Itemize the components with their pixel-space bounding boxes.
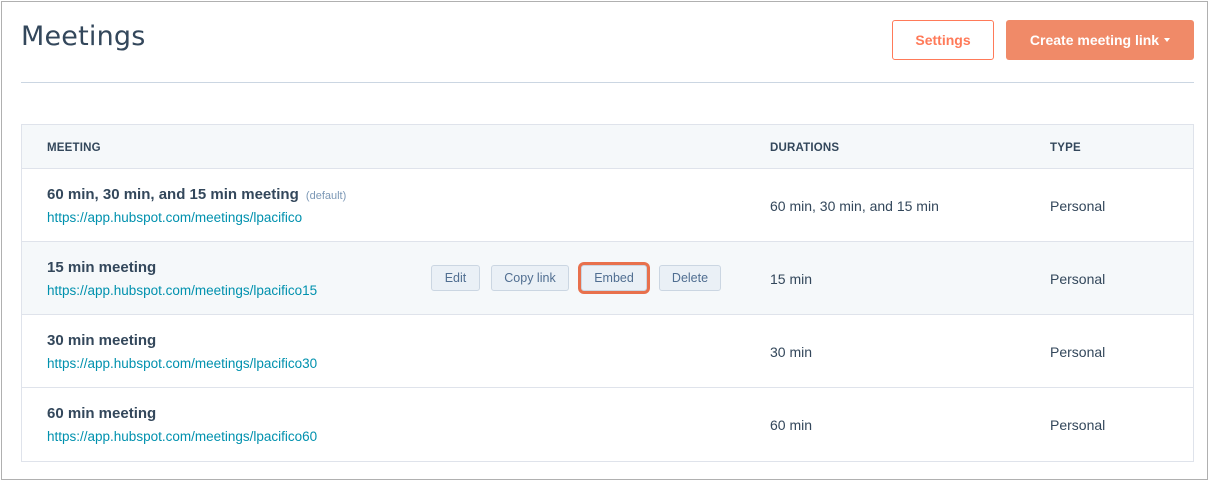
meeting-link[interactable]: https://app.hubspot.com/meetings/lpacifi… xyxy=(47,429,317,444)
embed-button[interactable]: Embed xyxy=(581,265,647,291)
meetings-window: Meetings Settings Create meeting link ME… xyxy=(1,1,1208,480)
table-row[interactable]: 15 min meeting https://app.hubspot.com/m… xyxy=(22,242,1193,315)
meeting-name-text: 15 min meeting xyxy=(47,259,157,276)
copy-link-button[interactable]: Copy link xyxy=(491,265,569,291)
meeting-duration: 15 min xyxy=(770,271,813,287)
meeting-type: Personal xyxy=(1050,198,1106,214)
caret-down-icon xyxy=(1164,38,1171,42)
meeting-type: Personal xyxy=(1050,417,1106,433)
meetings-table: MEETING DURATIONS TYPE 60 min, 30 min, a… xyxy=(21,124,1194,462)
meeting-name: 30 min meeting xyxy=(47,332,156,349)
page-title: Meetings xyxy=(21,21,146,52)
meeting-type: Personal xyxy=(1050,271,1106,287)
table-row[interactable]: 30 min meeting https://app.hubspot.com/m… xyxy=(22,315,1193,388)
meeting-name: 15 min meeting xyxy=(47,259,156,276)
edit-button[interactable]: Edit xyxy=(431,265,480,291)
table-row[interactable]: 60 min, 30 min, and 15 min meeting (defa… xyxy=(22,169,1193,242)
meeting-name-text: 30 min meeting xyxy=(47,332,157,349)
settings-button[interactable]: Settings xyxy=(892,20,994,60)
column-header-type[interactable]: TYPE xyxy=(1050,142,1081,154)
meeting-name-text: 60 min meeting xyxy=(47,405,157,422)
delete-button[interactable]: Delete xyxy=(659,265,721,291)
default-badge: (default) xyxy=(305,190,347,202)
meeting-name-text: 60 min, 30 min, and 15 min meeting xyxy=(47,186,299,203)
meeting-name: 60 min meeting xyxy=(47,405,156,422)
create-meeting-link-button[interactable]: Create meeting link xyxy=(1006,20,1194,60)
meeting-type: Personal xyxy=(1050,344,1106,360)
meeting-duration: 30 min xyxy=(770,344,813,360)
meeting-duration: 60 min xyxy=(770,417,813,433)
meeting-duration: 60 min, 30 min, and 15 min xyxy=(770,198,939,214)
column-header-durations[interactable]: DURATIONS xyxy=(770,142,839,154)
meeting-name: 60 min, 30 min, and 15 min meeting (defa… xyxy=(47,186,346,203)
column-header-meeting[interactable]: MEETING xyxy=(47,142,101,154)
meeting-link[interactable]: https://app.hubspot.com/meetings/lpacifi… xyxy=(47,210,302,225)
table-row[interactable]: 60 min meeting https://app.hubspot.com/m… xyxy=(22,388,1193,461)
create-meeting-link-label: Create meeting link xyxy=(1029,32,1160,48)
table-header: MEETING DURATIONS TYPE xyxy=(22,125,1193,169)
header-divider xyxy=(21,82,1194,83)
meeting-link[interactable]: https://app.hubspot.com/meetings/lpacifi… xyxy=(47,283,317,298)
meeting-link[interactable]: https://app.hubspot.com/meetings/lpacifi… xyxy=(47,356,317,371)
